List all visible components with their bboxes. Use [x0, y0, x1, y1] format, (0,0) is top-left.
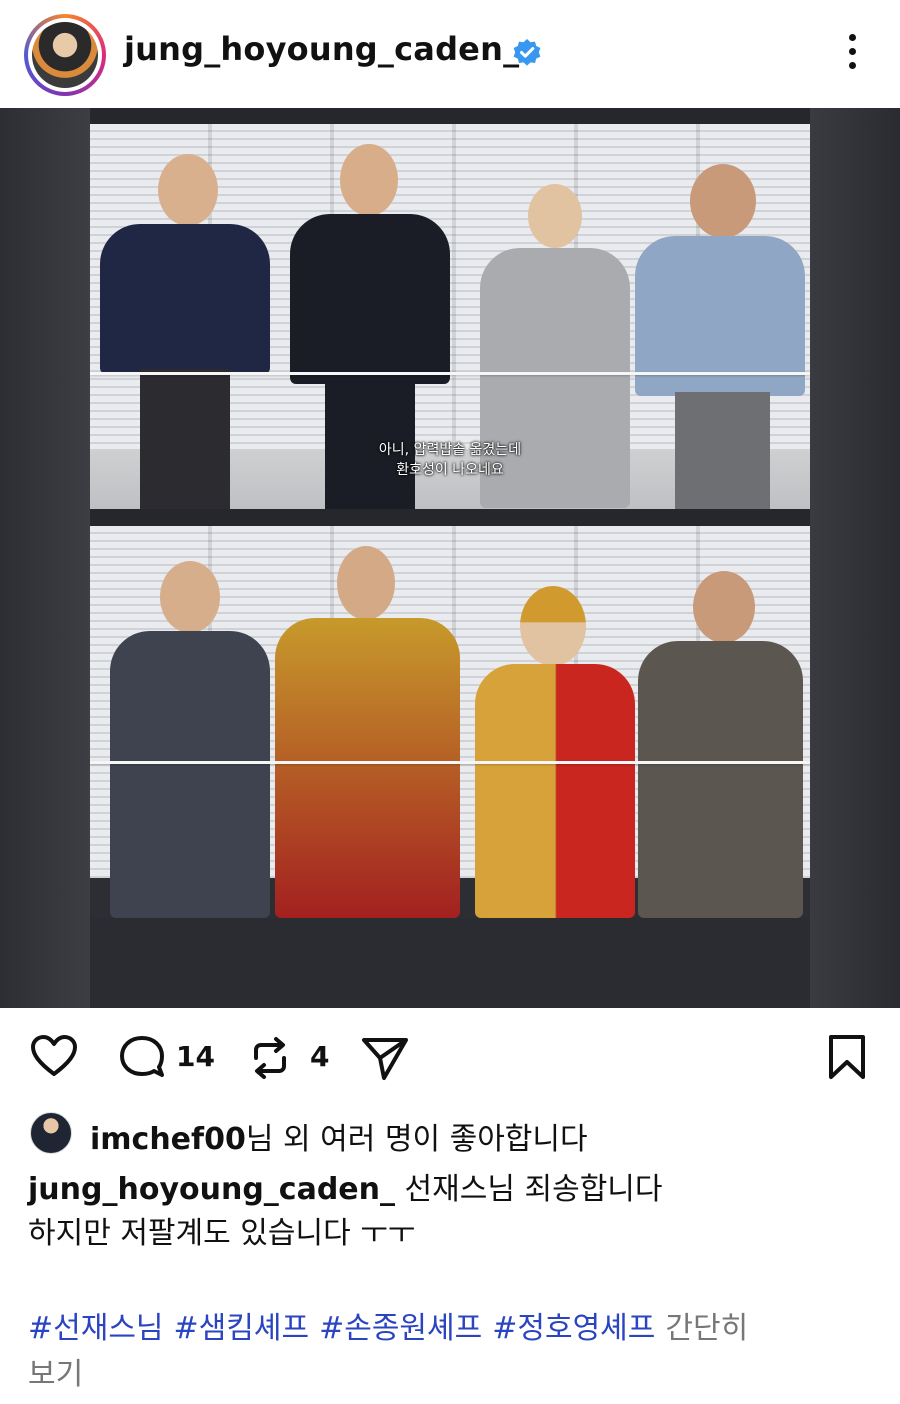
caption-text-1: 선재스님 죄송합니다	[395, 1172, 663, 1207]
like-heart-icon[interactable]	[30, 1034, 78, 1078]
comment-count: 14	[176, 1040, 215, 1073]
repost-count: 4	[310, 1040, 330, 1073]
post-header: jung_hoyoung_caden_	[0, 0, 900, 108]
hashtag-1[interactable]: #선재스님	[28, 1311, 164, 1346]
action-bar: 14 4	[0, 1018, 900, 1098]
verified-badge-icon	[513, 39, 541, 66]
post-caption: jung_hoyoung_caden_ 선재스님 죄송합니다 하지만 저팔계도 …	[28, 1168, 878, 1256]
video-frame-top: 아니, 압력밥솥 옮겼는데 환호성이 나오네요	[90, 124, 810, 509]
show-less-link-2[interactable]: 보기	[28, 1357, 83, 1392]
post-username[interactable]: jung_hoyoung_caden_	[124, 30, 519, 68]
video-frame-bottom	[90, 526, 810, 918]
more-options-button[interactable]	[838, 34, 866, 74]
liker-avatar[interactable]	[30, 1112, 72, 1154]
likes-summary[interactable]: imchef00님 외 여러 명이 좋아합니다	[0, 1108, 900, 1158]
show-less-link-1[interactable]: 간단히	[665, 1311, 748, 1346]
subtitle-line-1: 아니, 압력밥솥 옮겼는데	[378, 442, 522, 458]
share-send-icon[interactable]	[360, 1034, 410, 1082]
bookmark-icon[interactable]	[826, 1034, 868, 1080]
caption-username[interactable]: jung_hoyoung_caden_	[28, 1172, 395, 1207]
hashtags: #선재스님 #샘킴셰프 #손종원셰프 #정호영셰프 간단히보기	[28, 1306, 878, 1398]
post-media[interactable]: 아니, 압력밥솥 옮겼는데 환호성이 나오네요	[0, 108, 900, 1008]
likes-suffix: 님 외 여러 명이 좋아합니다	[245, 1122, 588, 1157]
hashtag-3[interactable]: #손종원셰프	[319, 1311, 482, 1346]
subtitle-line-2: 환호성이 나오네요	[396, 462, 504, 478]
profile-avatar[interactable]	[24, 14, 106, 96]
hashtag-4[interactable]: #정호영셰프	[492, 1311, 655, 1346]
hashtag-2[interactable]: #샘킴셰프	[174, 1311, 310, 1346]
comment-icon[interactable]	[118, 1034, 166, 1080]
liker-username[interactable]: imchef00	[90, 1122, 246, 1157]
caption-text-2: 하지만 저팔계도 있습니다 ㅜㅜ	[28, 1216, 416, 1251]
repost-icon[interactable]	[246, 1034, 294, 1082]
